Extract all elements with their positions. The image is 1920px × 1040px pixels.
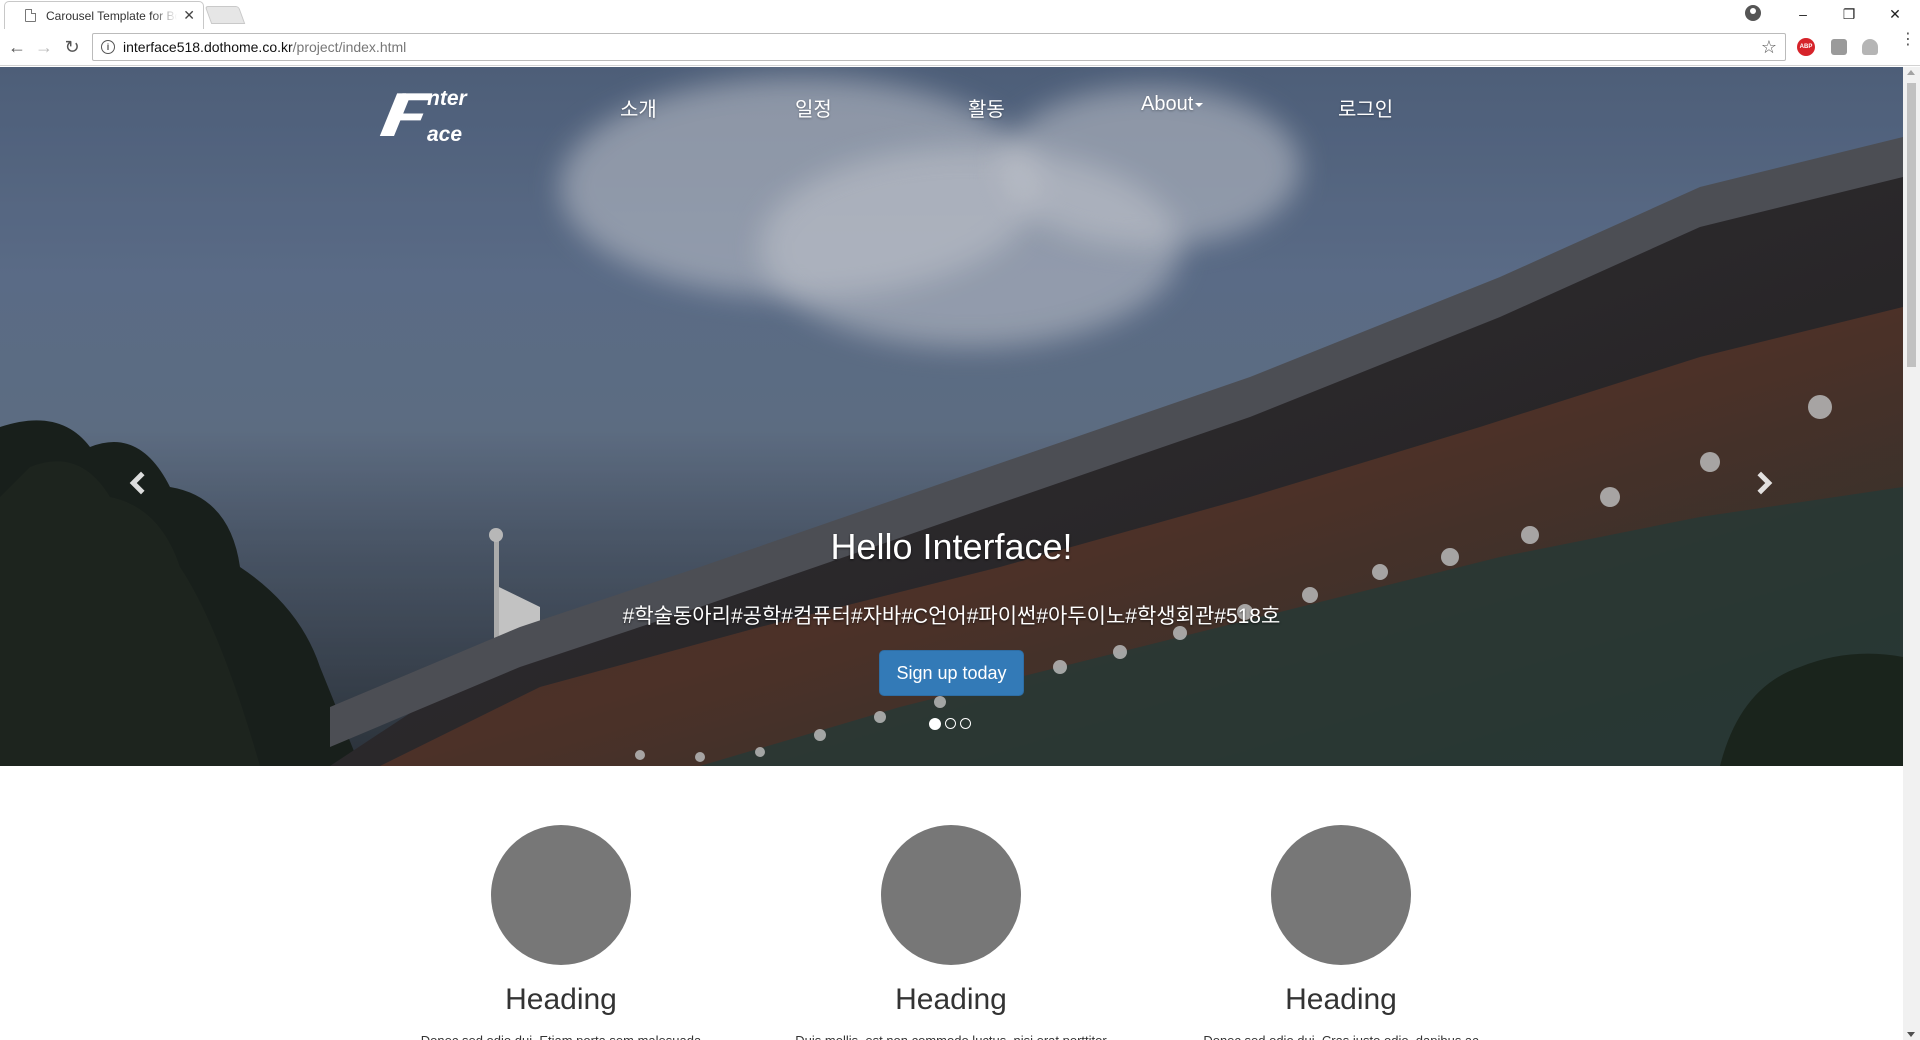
feature-column: Heading Donec sed odio dui. Etiam porta … bbox=[361, 825, 761, 1040]
hero-title: Hello Interface! bbox=[830, 526, 1073, 567]
page-viewport: IF nter ace 소개 일정 활동 About 로그인 Hello Int… bbox=[0, 67, 1903, 1040]
site-navbar: IF nter ace 소개 일정 활동 About 로그인 bbox=[0, 67, 1903, 167]
carousel-indicator-2[interactable] bbox=[945, 718, 956, 729]
abp-icon[interactable]: ABP bbox=[1797, 38, 1815, 56]
scrollbar-thumb[interactable] bbox=[1907, 83, 1916, 367]
restore-button[interactable]: ❐ bbox=[1826, 0, 1872, 28]
signup-button[interactable]: Sign up today bbox=[879, 650, 1024, 696]
address-bar[interactable]: i interface518.dothome.co.kr /project/in… bbox=[92, 33, 1786, 61]
caret-down-icon bbox=[1195, 102, 1204, 107]
nav-link-activity[interactable]: 활동 bbox=[968, 93, 1005, 122]
browser-tab[interactable]: Carousel Template for Bootstrap ✕ bbox=[4, 1, 204, 29]
browser-toolbar: ← → ↻ i interface518.dothome.co.kr /proj… bbox=[0, 29, 1920, 66]
carousel-indicator-1[interactable] bbox=[929, 718, 941, 730]
url-host: interface518.dothome.co.kr bbox=[123, 39, 293, 55]
placeholder-image bbox=[1271, 825, 1411, 965]
site-logo[interactable]: IF nter ace bbox=[376, 79, 503, 151]
page-scrollbar[interactable] bbox=[1903, 67, 1920, 1040]
feature-heading: Heading bbox=[895, 983, 1007, 1016]
extension-icon[interactable] bbox=[1831, 39, 1847, 55]
nav-link-intro[interactable]: 소개 bbox=[620, 93, 657, 122]
logo-text-nter: nter bbox=[427, 87, 467, 110]
page-icon bbox=[25, 9, 36, 22]
minimize-button[interactable]: – bbox=[1780, 0, 1826, 28]
nav-link-schedule[interactable]: 일정 bbox=[795, 93, 832, 122]
browser-tabbar: Carousel Template for Bootstrap ✕ – ❐ ✕ bbox=[0, 0, 1920, 29]
feature-heading: Heading bbox=[505, 983, 617, 1016]
reload-button[interactable]: ↻ bbox=[60, 35, 84, 59]
chevron-right-icon bbox=[1749, 471, 1773, 495]
carousel-next-button[interactable] bbox=[1746, 463, 1776, 503]
profile-icon[interactable] bbox=[1745, 5, 1761, 21]
carousel-indicator-3[interactable] bbox=[960, 718, 971, 729]
back-button[interactable]: ← bbox=[5, 35, 29, 59]
menu-icon[interactable]: ⋮ bbox=[1900, 32, 1916, 48]
feature-column: Heading Donec sed odio dui. Cras justo o… bbox=[1141, 825, 1541, 1040]
logo-mark: IF bbox=[375, 81, 422, 150]
hero-carousel: IF nter ace 소개 일정 활동 About 로그인 Hello Int… bbox=[0, 67, 1903, 766]
scroll-up-arrow-icon[interactable] bbox=[1907, 70, 1915, 75]
carousel-prev-button[interactable] bbox=[126, 463, 156, 503]
feature-column: Heading Duis mollis, est non commodo luc… bbox=[751, 825, 1151, 1040]
tab-title: Carousel Template for Bootstrap bbox=[46, 8, 177, 23]
feature-heading: Heading bbox=[1285, 983, 1397, 1016]
feature-text: Donec sed odio dui. Cras justo odio, dap… bbox=[1141, 1031, 1541, 1040]
nav-link-about[interactable]: About bbox=[1141, 93, 1204, 116]
feature-text: Donec sed odio dui. Etiam porta sem male… bbox=[361, 1031, 761, 1040]
close-window-button[interactable]: ✕ bbox=[1872, 0, 1918, 28]
placeholder-image bbox=[491, 825, 631, 965]
url-path: /project/index.html bbox=[292, 39, 407, 55]
chevron-left-icon bbox=[129, 471, 153, 495]
placeholder-image bbox=[881, 825, 1021, 965]
info-icon[interactable]: i bbox=[101, 40, 115, 54]
tab-close-icon[interactable]: ✕ bbox=[183, 7, 195, 24]
carousel-indicators bbox=[929, 718, 971, 730]
scroll-down-arrow-icon[interactable] bbox=[1907, 1032, 1915, 1037]
extension-icon-2[interactable] bbox=[1862, 39, 1878, 55]
nav-link-login[interactable]: 로그인 bbox=[1338, 93, 1393, 122]
feature-text: Duis mollis, est non commodo luctus, nis… bbox=[751, 1031, 1151, 1040]
hero-hashtags: #학술동아리#공학#컴퓨터#자바#C언어#파이썬#아두이노#학생회관#518호 bbox=[622, 605, 1281, 628]
nav-link-about-label: About bbox=[1141, 93, 1194, 115]
new-tab-button[interactable] bbox=[204, 6, 246, 24]
bookmark-star-icon[interactable]: ☆ bbox=[1761, 37, 1777, 58]
logo-text-ace: ace bbox=[427, 123, 463, 146]
forward-button[interactable]: → bbox=[32, 35, 56, 59]
